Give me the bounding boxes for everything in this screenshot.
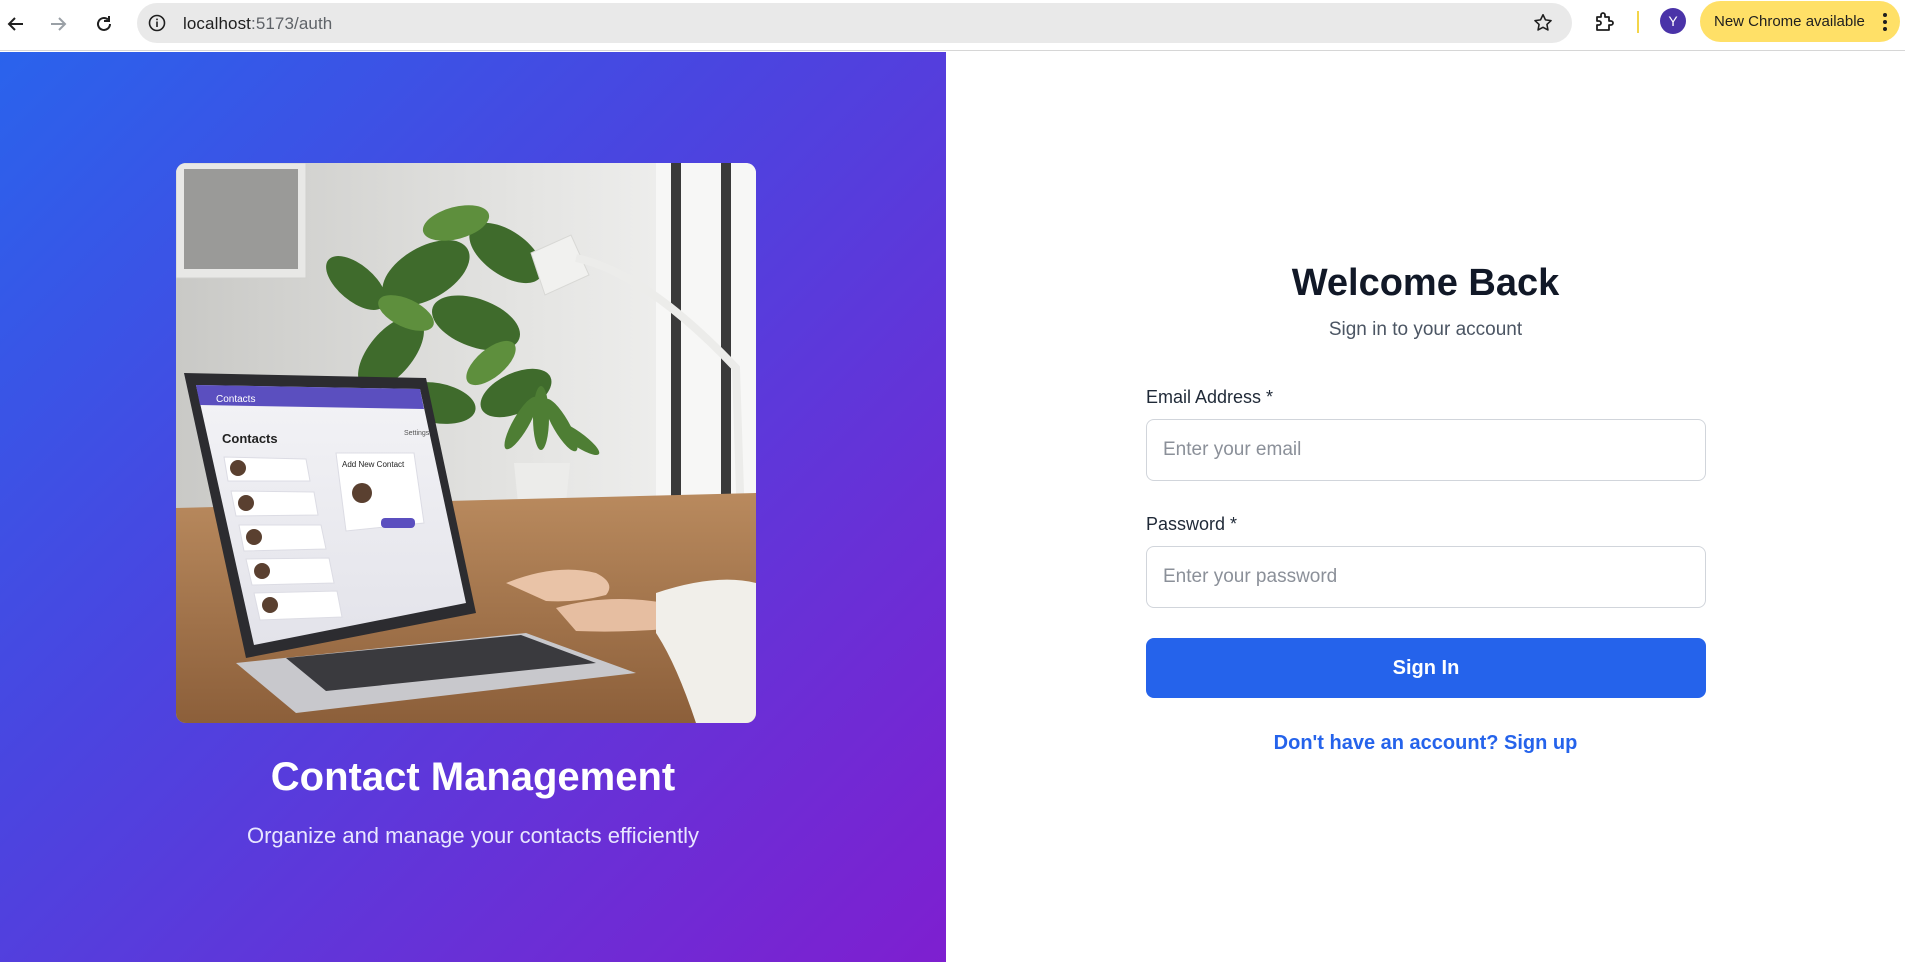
- back-button[interactable]: [0, 8, 32, 40]
- sign-in-button[interactable]: Sign In: [1146, 638, 1706, 698]
- forward-arrow-icon: [51, 17, 67, 31]
- url-host: localhost: [183, 14, 251, 33]
- url-path: :5173/auth: [251, 14, 333, 33]
- reload-icon: [97, 16, 111, 31]
- more-vert-icon[interactable]: [1882, 12, 1888, 32]
- toolbar-divider: [1637, 11, 1639, 33]
- forward-button[interactable]: [42, 8, 74, 40]
- back-arrow-icon: [7, 17, 23, 31]
- profile-avatar[interactable]: Y: [1660, 8, 1686, 34]
- email-field[interactable]: [1146, 419, 1706, 481]
- auth-title: Welcome Back: [1291, 262, 1560, 304]
- laptop-settings-label: Settings: [404, 430, 430, 437]
- hero-panel: Contacts Contacts Settings Add New Conta…: [0, 52, 946, 962]
- auth-panel: Welcome Back Sign in to your account Ema…: [946, 52, 1905, 962]
- sign-up-link[interactable]: Don't have an account? Sign up: [946, 732, 1905, 755]
- hero-title: Contact Management: [270, 755, 676, 799]
- extensions-icon[interactable]: [1592, 10, 1616, 34]
- reload-button[interactable]: [88, 8, 120, 40]
- workspace-illustration: Contacts Contacts Settings Add New Conta…: [176, 163, 756, 723]
- hero-subtitle: Organize and manage your contacts effici…: [246, 823, 700, 848]
- address-bar[interactable]: localhost:5173/auth: [137, 3, 1572, 43]
- auth-subtitle: Sign in to your account: [1328, 319, 1523, 340]
- laptop-screen-header: Contacts: [216, 394, 255, 405]
- browser-toolbar: localhost:5173/auth Y New Chrome availab…: [0, 0, 1905, 51]
- password-label: Password *: [1146, 514, 1238, 534]
- url-text[interactable]: localhost:5173/auth: [183, 14, 332, 34]
- info-icon[interactable]: [147, 13, 167, 33]
- password-field[interactable]: [1146, 546, 1706, 608]
- email-label: Email Address *: [1146, 387, 1274, 407]
- hero-image: Contacts Contacts Settings Add New Conta…: [176, 163, 756, 723]
- update-chip-label: New Chrome available: [1714, 13, 1865, 30]
- chrome-update-button[interactable]: New Chrome available: [1700, 1, 1900, 42]
- laptop-form-heading: Add New Contact: [342, 460, 405, 469]
- laptop-list-heading: Contacts: [222, 431, 278, 446]
- star-icon[interactable]: [1532, 12, 1554, 34]
